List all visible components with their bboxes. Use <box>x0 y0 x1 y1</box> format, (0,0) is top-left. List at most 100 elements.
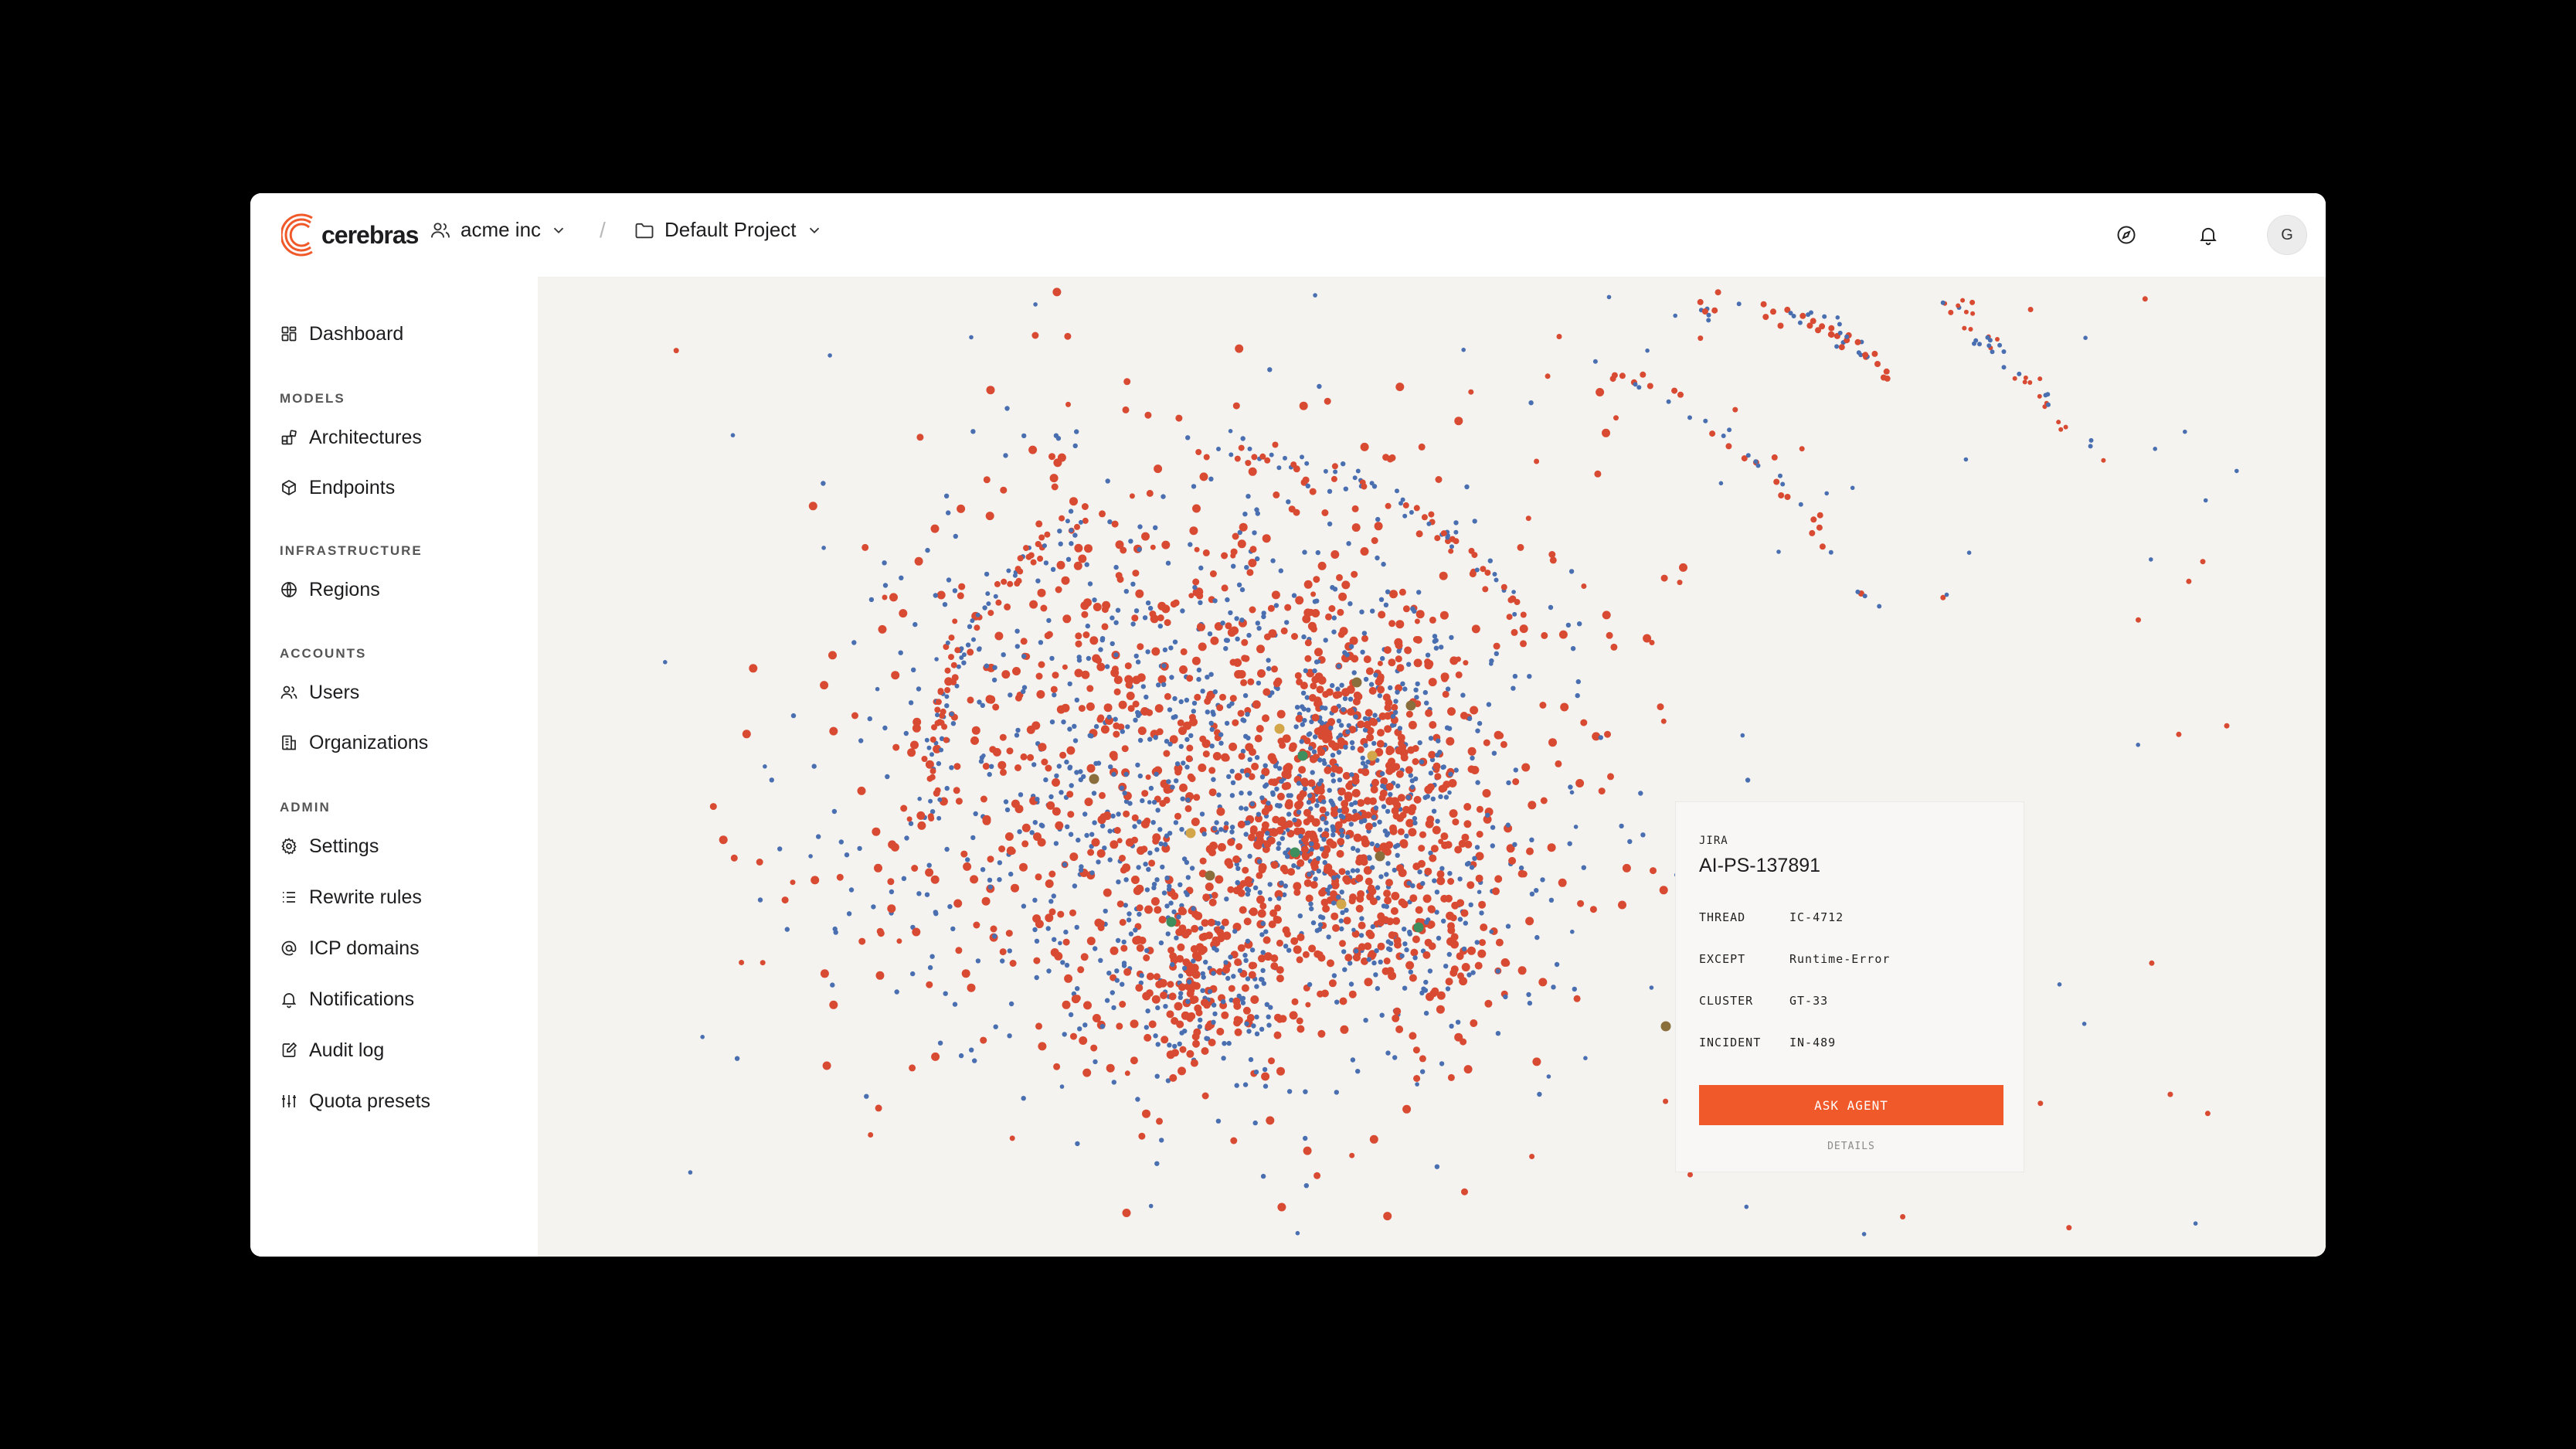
graph-node[interactable] <box>1270 558 1276 563</box>
graph-node[interactable] <box>1520 611 1527 618</box>
graph-node[interactable] <box>914 556 923 566</box>
graph-node[interactable] <box>1337 808 1343 814</box>
graph-node[interactable] <box>1353 812 1361 821</box>
graph-node[interactable] <box>1239 906 1247 914</box>
graph-node[interactable] <box>1385 502 1392 509</box>
graph-node[interactable] <box>1234 773 1242 781</box>
graph-node[interactable] <box>1366 733 1375 742</box>
graph-node[interactable] <box>1145 600 1151 606</box>
graph-node[interactable] <box>1450 933 1459 941</box>
graph-node[interactable] <box>1348 981 1354 987</box>
graph-node[interactable] <box>1130 621 1136 627</box>
graph-node[interactable] <box>1086 655 1092 662</box>
graph-node[interactable] <box>1366 957 1372 962</box>
graph-node[interactable] <box>1102 600 1111 610</box>
graph-node[interactable] <box>1806 322 1813 329</box>
graph-node[interactable] <box>1052 778 1060 787</box>
graph-node[interactable] <box>1141 532 1150 541</box>
graph-node[interactable] <box>1249 825 1258 833</box>
graph-node[interactable] <box>1259 795 1265 801</box>
graph-node[interactable] <box>1439 784 1448 792</box>
graph-node[interactable] <box>1170 600 1178 608</box>
graph-node[interactable] <box>1067 765 1072 770</box>
graph-node[interactable] <box>1244 565 1249 570</box>
graph-node[interactable] <box>887 878 895 886</box>
graph-node[interactable] <box>1140 819 1150 828</box>
graph-node[interactable] <box>1303 808 1311 817</box>
graph-node[interactable] <box>1121 939 1127 945</box>
graph-node[interactable] <box>961 969 970 978</box>
graph-node[interactable] <box>1461 946 1467 952</box>
graph-node[interactable] <box>1075 632 1082 640</box>
graph-node[interactable] <box>1081 503 1089 510</box>
graph-node[interactable] <box>1135 762 1140 768</box>
graph-node[interactable] <box>2224 723 2230 729</box>
graph-node[interactable] <box>1288 505 1296 513</box>
graph-node[interactable] <box>1529 891 1535 896</box>
graph-node[interactable] <box>1511 628 1518 636</box>
graph-node[interactable] <box>1270 778 1279 787</box>
graph-node[interactable] <box>769 777 774 783</box>
graph-node[interactable] <box>1223 646 1229 651</box>
graph-node[interactable] <box>1222 754 1230 762</box>
graph-node[interactable] <box>1147 800 1152 804</box>
graph-node[interactable] <box>1349 893 1357 902</box>
graph-node[interactable] <box>1575 679 1582 685</box>
graph-node[interactable] <box>1270 954 1279 962</box>
graph-node[interactable] <box>1011 883 1019 893</box>
graph-node[interactable] <box>1441 675 1449 682</box>
graph-node[interactable] <box>972 1058 977 1063</box>
graph-node[interactable] <box>1337 737 1345 746</box>
graph-node[interactable] <box>709 803 717 811</box>
graph-node[interactable] <box>1177 1041 1182 1046</box>
graph-node[interactable] <box>1517 869 1526 878</box>
sidebar-item-notifications[interactable]: Notifications <box>280 984 414 1015</box>
graph-node[interactable] <box>1433 645 1439 651</box>
graph-node[interactable] <box>1007 1033 1012 1039</box>
graph-node[interactable] <box>1242 1082 1249 1087</box>
graph-node[interactable] <box>1456 952 1464 961</box>
graph-node[interactable] <box>1214 820 1219 825</box>
graph-node[interactable] <box>1838 344 1845 351</box>
graph-node[interactable] <box>1072 532 1078 538</box>
graph-node[interactable] <box>1172 639 1178 645</box>
graph-node[interactable] <box>1856 350 1861 355</box>
graph-node[interactable] <box>1218 732 1224 737</box>
graph-node[interactable] <box>1780 481 1786 487</box>
graph-node[interactable] <box>1247 853 1252 859</box>
graph-node[interactable] <box>1226 1040 1232 1046</box>
graph-node[interactable] <box>1339 682 1344 688</box>
graph-node[interactable] <box>1425 794 1431 799</box>
graph-node[interactable] <box>1156 1117 1163 1125</box>
graph-node[interactable] <box>1338 868 1346 876</box>
graph-node[interactable] <box>949 765 954 770</box>
graph-node[interactable] <box>1216 807 1225 816</box>
graph-node[interactable] <box>1392 917 1401 925</box>
graph-node[interactable] <box>1243 733 1249 739</box>
graph-node[interactable] <box>1224 896 1229 902</box>
graph-node[interactable] <box>1125 724 1130 730</box>
graph-node[interactable] <box>1276 845 1281 851</box>
graph-node[interactable] <box>1363 743 1368 748</box>
graph-node[interactable] <box>977 646 982 651</box>
graph-node[interactable] <box>1179 783 1188 792</box>
graph-node[interactable] <box>1063 929 1069 935</box>
graph-node[interactable] <box>916 686 922 692</box>
graph-node[interactable] <box>935 713 940 718</box>
graph-node[interactable] <box>1092 1014 1101 1022</box>
graph-node[interactable] <box>1421 986 1426 992</box>
graph-node[interactable] <box>936 760 942 767</box>
graph-node[interactable] <box>1438 794 1443 800</box>
graph-node-highlight[interactable] <box>1185 828 1196 838</box>
graph-node[interactable] <box>1042 543 1047 549</box>
graph-node[interactable] <box>1163 796 1171 804</box>
graph-node[interactable] <box>1176 1020 1184 1029</box>
graph-node[interactable] <box>1301 779 1310 787</box>
graph-node[interactable] <box>1370 785 1378 794</box>
graph-node[interactable] <box>1221 918 1229 927</box>
graph-node[interactable] <box>1494 651 1500 656</box>
graph-node[interactable] <box>2083 335 2088 340</box>
graph-node[interactable] <box>931 1052 940 1061</box>
graph-node[interactable] <box>1439 1061 1445 1066</box>
graph-node[interactable] <box>1210 636 1219 645</box>
